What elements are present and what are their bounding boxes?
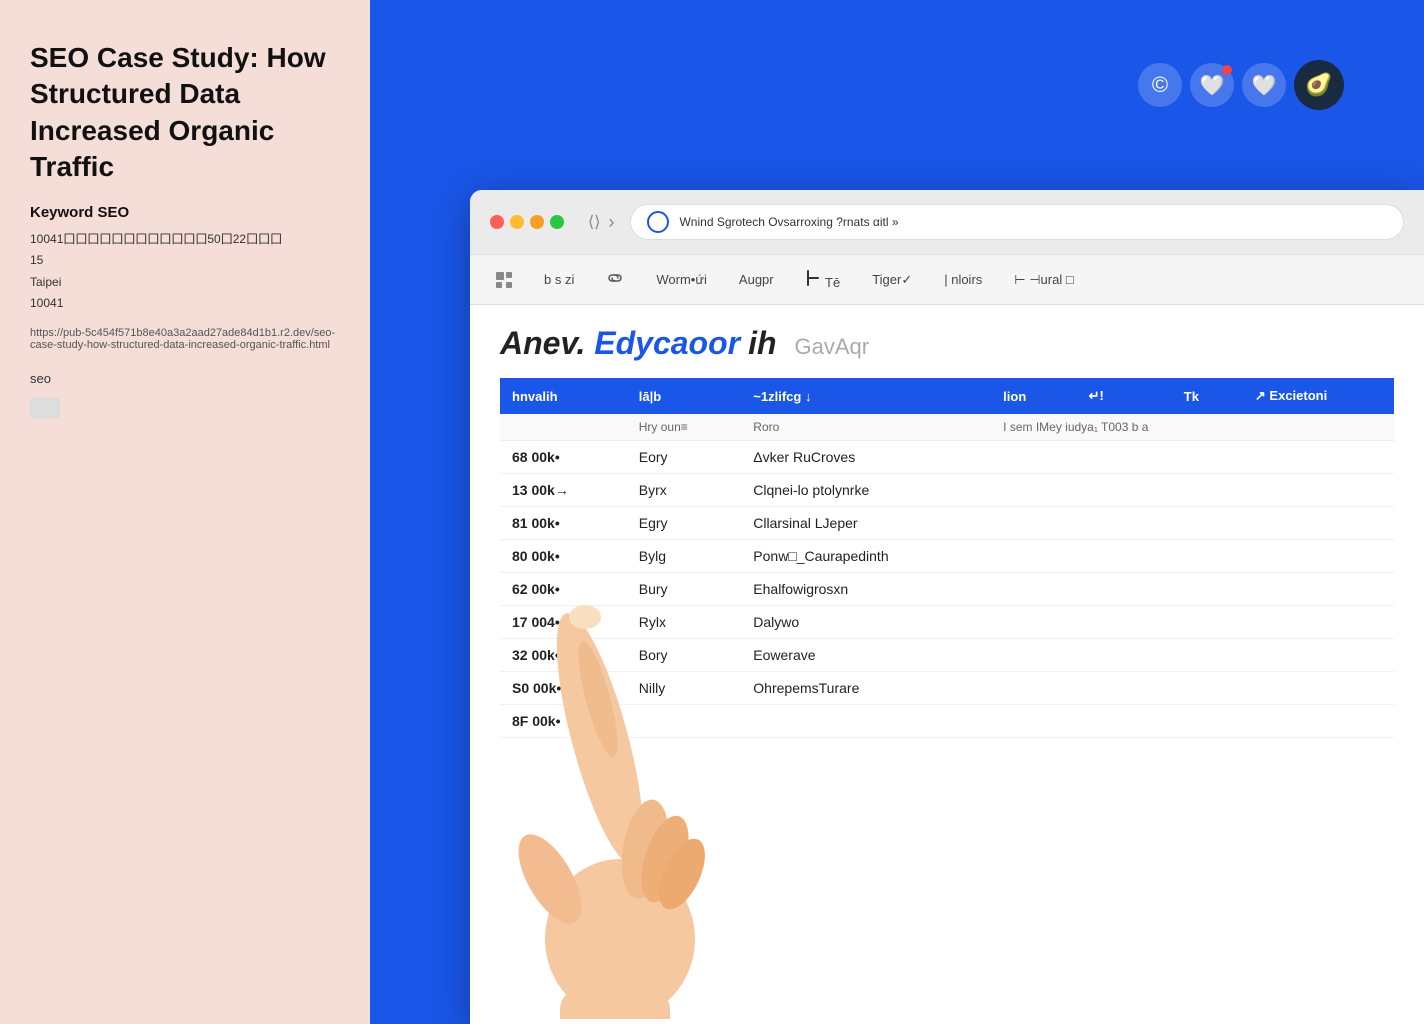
browser-nav: b s zi Worm•ứi Augpr Tē Tiger✓ | nloirs …	[470, 255, 1424, 305]
nav-item-augpr[interactable]: Augpr	[733, 268, 780, 291]
top-icons-bar: © 🤍 🤍 🥑	[1138, 60, 1344, 110]
tag-box	[30, 398, 60, 418]
cell-val-3: Ehalfowigrosxn	[741, 573, 991, 606]
page-heading-dark: ih	[748, 325, 776, 362]
right-area: © 🤍 🤍 🥑 ⟨⟩ ›	[370, 0, 1424, 1024]
nav-item-nloirs[interactable]: | nloirs	[938, 268, 988, 291]
page-heading-area: Anev. Edycaoor ih GavAqr	[500, 325, 1394, 362]
cell-val-3: Clqnei-lo ptolynrke	[741, 474, 991, 507]
traffic-light-red[interactable]	[490, 215, 504, 229]
meta-line-2: 15	[30, 250, 340, 272]
nav-home-icon[interactable]	[490, 266, 518, 294]
col-header-5: ↵!	[1077, 378, 1148, 414]
cell-val-3: Dalywo	[741, 606, 991, 639]
traffic-light-yellow[interactable]	[510, 215, 524, 229]
icon-circle-3[interactable]: 🤍	[1242, 63, 1286, 107]
icon-circle-2[interactable]: 🤍	[1190, 63, 1234, 107]
col-header-2: lā|b	[627, 378, 742, 414]
nav-item-tiger[interactable]: Tiger✓	[866, 268, 918, 292]
address-text: Wnind Sgrotech Ovsarroxing ?rnats αitl »	[679, 215, 1387, 229]
nav-back-icon[interactable]: ⟨⟩	[588, 212, 600, 232]
page-heading-blue: Anev. Edycaoor	[500, 325, 740, 362]
col-header-3: ~1zlifcg ↓	[741, 378, 991, 414]
subheader-cell-1	[500, 414, 627, 441]
address-circle-icon	[647, 211, 669, 233]
nav-item-te[interactable]: Tē	[800, 265, 847, 294]
nav-item-ural[interactable]: ⊢ ⊣ural □	[1008, 268, 1079, 292]
browser-chrome: ⟨⟩ › Wnind Sgrotech Ovsarroxing ?rnats α…	[470, 190, 1424, 255]
icon-heart: 🤍	[1200, 73, 1225, 98]
nav-item-link[interactable]	[600, 265, 630, 294]
meta-line-3: Taipei	[30, 272, 340, 294]
nav-item-bszi[interactable]: b s zi	[538, 268, 580, 291]
cell-val-3: Cllarsinal LJeper	[741, 507, 991, 540]
traffic-light-orange[interactable]	[530, 215, 544, 229]
cell-val-3: OhrepemsTurare	[741, 672, 991, 705]
nav-item-worm[interactable]: Worm•ứi	[650, 268, 713, 291]
col-header-4: lion	[991, 378, 1076, 414]
cell-val-3: Eowerave	[741, 639, 991, 672]
page-heading-sub: GavAqr	[795, 334, 870, 360]
address-bar[interactable]: Wnind Sgrotech Ovsarroxing ?rnats αitl »	[630, 204, 1404, 240]
col-header-8: ↗ Excietoni	[1243, 378, 1394, 414]
meta-line-1: 10041囗囗囗囗囗囗囗囗囗囗囗囗50囗22囗囗囗	[30, 229, 340, 251]
cell-val-3: Ponw□_Caurapedinth	[741, 540, 991, 573]
subheader-cell-4: I sem IMey iudya₁ T003 b a	[991, 414, 1243, 441]
traffic-lights	[490, 215, 564, 229]
page-title: SEO Case Study: How Structured Data Incr…	[30, 40, 340, 186]
cell-val-1: 68 00k•	[500, 441, 627, 474]
table-header-row: hnvalih lā|b ~1zlifcg ↓ lion ↵! Tk ↗ Exc…	[500, 378, 1394, 414]
icon-circle-1[interactable]: ©	[1138, 63, 1182, 107]
table-subheader-row: Hry oun≡ Roro I sem IMey iudya₁ T003 b a	[500, 414, 1394, 441]
col-header-1: hnvalih	[500, 378, 627, 414]
subheader-cell-3: Roro	[741, 414, 991, 441]
col-header-6	[1148, 378, 1172, 414]
subheader-cell-5	[1243, 414, 1394, 441]
notification-badge	[1222, 65, 1232, 75]
cell-val-3: Δvker RuCroves	[741, 441, 991, 474]
meta-info: 10041囗囗囗囗囗囗囗囗囗囗囗囗50囗22囗囗囗 15 Taipei 1004…	[30, 229, 340, 315]
tag-label: seo	[30, 371, 340, 386]
table-row: 68 00k• Eory Δvker RuCroves	[500, 441, 1394, 474]
cell-val-2: Eory	[627, 441, 742, 474]
avocado-icon[interactable]: 🥑	[1294, 60, 1344, 110]
icon-heart-2: 🤍	[1252, 73, 1277, 98]
page-url: https://pub-5c454f571b8e40a3a2aad27ade84…	[30, 327, 340, 351]
icon-c: ©	[1152, 72, 1168, 98]
left-panel: SEO Case Study: How Structured Data Incr…	[0, 0, 370, 1024]
keyword-label: Keyword SEO	[30, 204, 340, 221]
hand-pointer-illustration	[450, 499, 730, 1024]
traffic-light-green[interactable]	[550, 215, 564, 229]
subheader-cell-2: Hry oun≡	[627, 414, 742, 441]
meta-line-4: 10041	[30, 293, 340, 315]
nav-forward-icon[interactable]: ›	[608, 212, 614, 233]
col-header-7: Tk	[1172, 378, 1243, 414]
nav-controls: ⟨⟩ ›	[588, 212, 614, 233]
